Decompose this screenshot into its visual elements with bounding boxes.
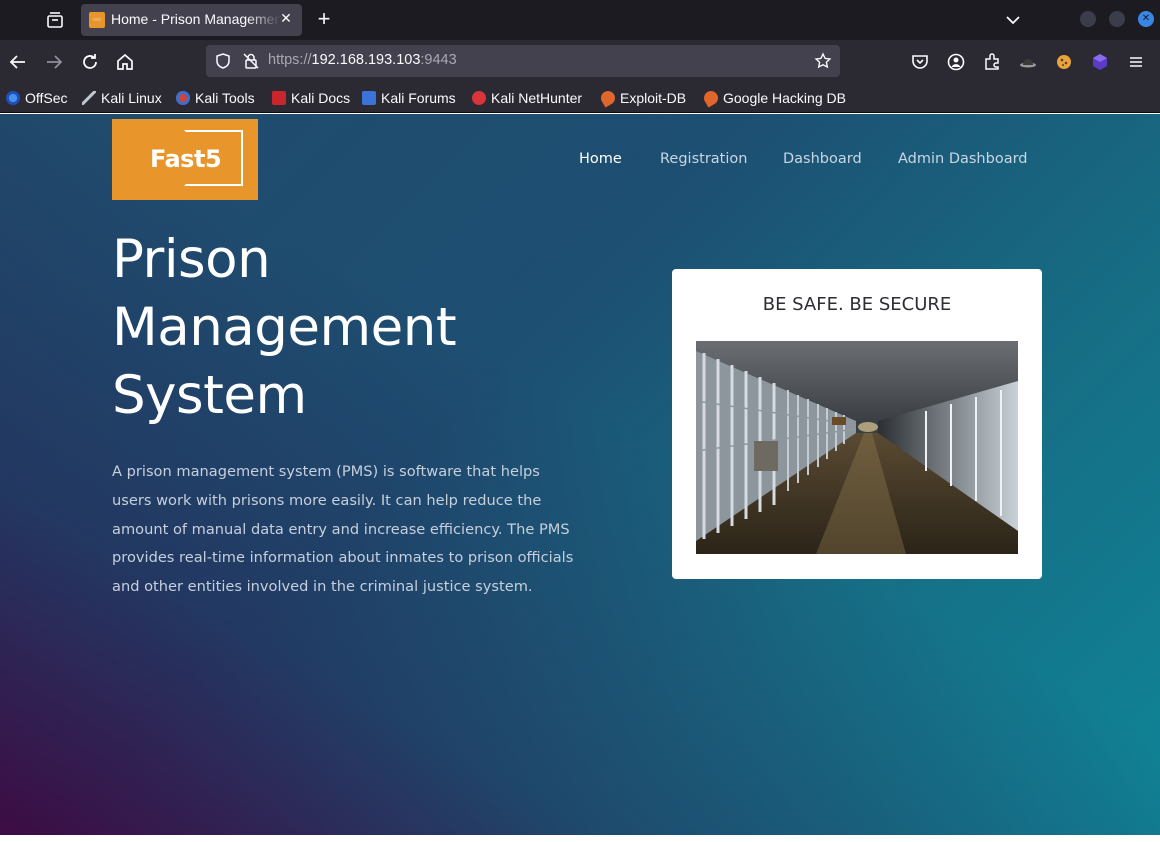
- prison-corridor-illustration: [696, 341, 1018, 554]
- exploit-db-icon: [598, 88, 618, 108]
- browser-tab-active[interactable]: Home - Prison Management System ✕: [81, 4, 302, 36]
- bookmark-exploit-db[interactable]: Exploit-DB: [598, 88, 687, 108]
- hero-title-line: Prison: [112, 229, 271, 290]
- bookmark-label: Kali Tools: [195, 90, 255, 106]
- tracking-protection-shield-icon[interactable]: [214, 52, 232, 70]
- firefox-view-icon[interactable]: [44, 9, 66, 31]
- extensions-icon[interactable]: [981, 51, 1003, 73]
- insecure-lock-icon[interactable]: [242, 52, 260, 70]
- address-bar[interactable]: https://192.168.193.103:9443: [206, 45, 840, 77]
- bookmark-label: Kali Forums: [381, 90, 456, 106]
- bookmark-offsec[interactable]: OffSec: [6, 88, 68, 108]
- back-arrow-icon[interactable]: [7, 51, 29, 73]
- home-icon[interactable]: [114, 51, 136, 73]
- hat-extension-icon[interactable]: [1017, 51, 1039, 73]
- kali-tools-icon: [176, 91, 190, 105]
- reload-icon[interactable]: [79, 51, 101, 73]
- bookmark-label: Google Hacking DB: [723, 90, 846, 106]
- page-content: Fast5 Home Registration Dashboard Admin …: [0, 114, 1160, 835]
- google-hacking-db-icon: [701, 88, 721, 108]
- bookmarks-toolbar: OffSec Kali Linux Kali Tools Kali Docs K…: [0, 84, 1160, 113]
- tab-title: Home - Prison Management System: [111, 11, 281, 27]
- site-logo[interactable]: Fast5: [112, 119, 258, 200]
- bookmark-star-icon[interactable]: [814, 52, 832, 70]
- nav-link-admin-dashboard[interactable]: Admin Dashboard: [898, 151, 1028, 167]
- cube-extension-icon[interactable]: [1089, 51, 1111, 73]
- bookmark-label: Kali Linux: [101, 90, 162, 106]
- pocket-icon[interactable]: [909, 51, 931, 73]
- url-text[interactable]: https://192.168.193.103:9443: [268, 52, 457, 68]
- tab-close-icon[interactable]: ✕: [278, 11, 294, 27]
- bookmark-label: OffSec: [25, 90, 68, 106]
- page-bottom-strip: [0, 835, 1160, 842]
- kali-docs-icon: [272, 91, 286, 105]
- bookmark-label: Kali NetHunter: [491, 90, 583, 106]
- hamburger-menu-icon[interactable]: [1125, 51, 1147, 73]
- window-maximize-button[interactable]: [1109, 11, 1125, 27]
- account-icon[interactable]: [945, 51, 967, 73]
- cookie-extension-icon[interactable]: [1053, 51, 1075, 73]
- kali-nethunter-icon: [472, 91, 486, 105]
- bookmark-kali-linux[interactable]: Kali Linux: [82, 88, 162, 108]
- logo-text: Fast5: [150, 145, 222, 173]
- bookmark-google-hacking-db[interactable]: Google Hacking DB: [701, 88, 846, 108]
- url-host: 192.168.193.103: [311, 52, 421, 68]
- bookmark-label: Exploit-DB: [620, 90, 687, 106]
- hero-description: A prison management system (PMS) is soft…: [112, 463, 574, 596]
- bookmark-kali-forums[interactable]: Kali Forums: [362, 88, 456, 108]
- new-tab-button[interactable]: +: [313, 8, 335, 31]
- window-close-button[interactable]: [1138, 11, 1154, 27]
- nav-link-registration[interactable]: Registration: [660, 151, 747, 167]
- hero-title: Prison Management System: [112, 226, 592, 430]
- forward-arrow-icon[interactable]: [43, 51, 65, 73]
- browser-navbar: https://192.168.193.103:9443: [0, 40, 1160, 84]
- hero-title-line: Management: [112, 297, 457, 358]
- chevron-down-icon[interactable]: [1004, 11, 1022, 29]
- hero-title-line: System: [112, 365, 307, 426]
- nav-link-home[interactable]: Home: [579, 151, 622, 167]
- browser-tabstrip: Home - Prison Management System ✕ +: [0, 0, 1160, 40]
- kali-forums-icon: [362, 91, 376, 105]
- card-title: BE SAFE. BE SECURE: [762, 294, 952, 315]
- window-minimize-button[interactable]: [1080, 11, 1096, 27]
- nav-link-dashboard[interactable]: Dashboard: [783, 151, 862, 167]
- kali-linux-icon: [82, 91, 96, 105]
- bookmark-kali-nethunter[interactable]: Kali NetHunter: [472, 88, 582, 108]
- offsec-icon: [6, 91, 20, 105]
- bookmark-label: Kali Docs: [291, 90, 351, 106]
- url-port: :9443: [420, 52, 457, 68]
- bookmark-kali-docs[interactable]: Kali Docs: [272, 88, 350, 108]
- feature-card: BE SAFE. BE SECURE: [672, 269, 1042, 579]
- prison-corridor-image: [696, 341, 1018, 554]
- bookmark-kali-tools[interactable]: Kali Tools: [176, 88, 255, 108]
- url-scheme: https://: [268, 52, 312, 68]
- site-favicon-icon: [89, 12, 105, 28]
